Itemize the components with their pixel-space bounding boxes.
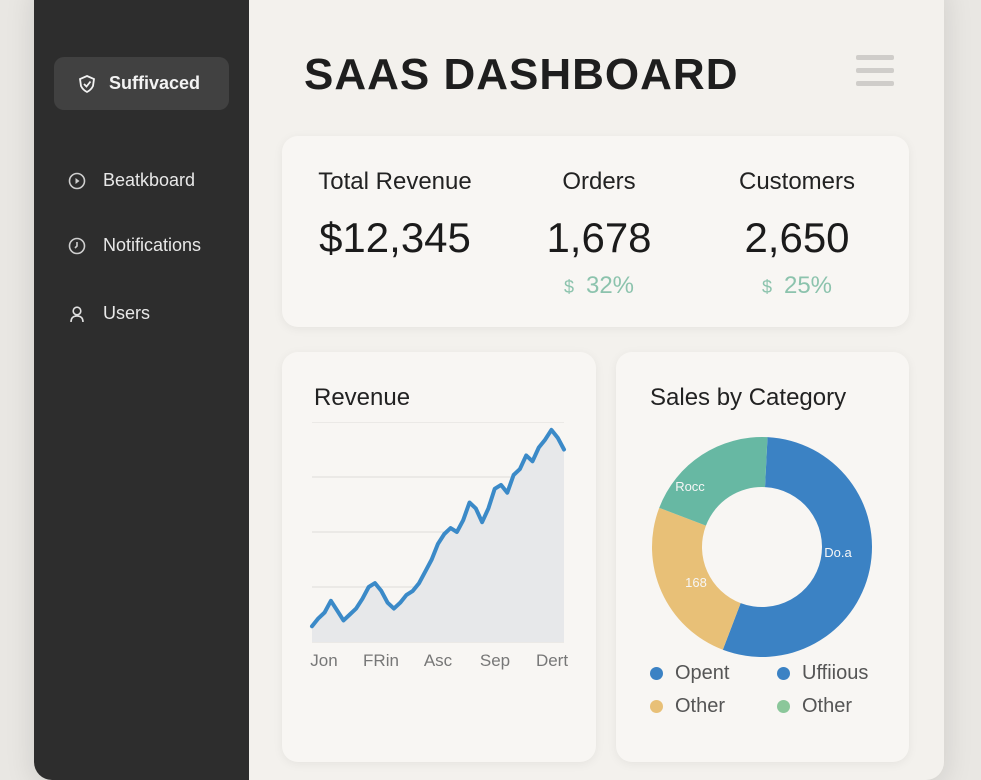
sidebar-item-label: Beatkboard xyxy=(103,170,196,190)
sales-donut-chart: Do.a 168 Rocc xyxy=(652,437,872,657)
stat-value: 2,650 xyxy=(744,214,850,261)
slice-label: Do.a xyxy=(824,545,852,560)
sidebar-item-notifications[interactable]: Notifications xyxy=(67,235,201,256)
stat-change: $25% xyxy=(692,272,902,300)
revenue-area xyxy=(312,429,564,642)
slice-label: 168 xyxy=(685,575,707,590)
legend-dot xyxy=(777,700,790,713)
revenue-chart: Jon FRin Asc Sep Dert xyxy=(310,422,568,670)
sidebar: Suffivaced Beatkboard Notifications User… xyxy=(34,0,249,780)
revenue-card-title: Revenue xyxy=(314,384,411,411)
x-tick-label: Asc xyxy=(424,651,453,670)
legend-dot xyxy=(650,700,663,713)
page-title: SAAS DASHBOARD xyxy=(304,50,739,99)
legend-label: Uffiious xyxy=(802,662,869,684)
app-window: Suffivaced Beatkboard Notifications User… xyxy=(34,0,944,780)
legend-item: Other xyxy=(777,695,852,718)
legend-dot xyxy=(777,667,790,680)
stat-label: Total Revenue xyxy=(318,168,472,195)
slice-label: Rocc xyxy=(675,479,705,494)
legend-label: Other xyxy=(802,695,853,717)
brand-button[interactable]: Suffivaced xyxy=(54,57,229,110)
stat-label: Orders xyxy=(562,168,636,195)
stat-value: 1,678 xyxy=(546,214,652,261)
currency-icon: $ xyxy=(761,277,772,297)
sales-by-category-card: Sales by Category Do.a 168 Rocc Opent Uffi… xyxy=(616,352,909,762)
stat-change-value: 32% xyxy=(585,272,635,299)
shield-check-icon xyxy=(79,74,95,93)
user-icon xyxy=(70,305,84,322)
x-tick-label: Jon xyxy=(310,651,337,670)
legend-item: Other xyxy=(650,695,725,718)
x-tick-label: FRin xyxy=(363,651,399,670)
stats-card: Total Revenue $12,345 Orders 1,678 $32% … xyxy=(282,136,909,327)
x-tick-label: Sep xyxy=(480,651,510,670)
legend-dot xyxy=(650,667,663,680)
stat-label: Customers xyxy=(738,168,856,195)
sidebar-item-users[interactable]: Users xyxy=(67,303,150,324)
play-circle-icon xyxy=(68,172,86,189)
x-tick-label: Dert xyxy=(536,651,568,670)
sales-card-title: Sales by Category xyxy=(650,384,847,411)
sidebar-item-label: Users xyxy=(103,303,151,323)
hamburger-menu-icon[interactable] xyxy=(856,53,894,89)
brand-label: Suffivaced xyxy=(109,73,201,93)
currency-icon: $ xyxy=(563,277,574,297)
sidebar-item-dashboard[interactable]: Beatkboard xyxy=(67,170,195,191)
legend-label: Opent xyxy=(675,662,730,684)
legend-item: Opent xyxy=(650,662,729,685)
sidebar-item-label: Notifications xyxy=(103,235,202,255)
revenue-card: Revenue Jon FRin Asc Sep Dert xyxy=(282,352,596,762)
stat-change: $32% xyxy=(494,272,704,300)
clock-icon xyxy=(68,237,86,254)
legend-item: Uffiious xyxy=(777,662,868,685)
legend-label: Other xyxy=(675,695,726,717)
stat-value: $12,345 xyxy=(319,214,471,261)
stat-change-value: 25% xyxy=(783,272,833,299)
